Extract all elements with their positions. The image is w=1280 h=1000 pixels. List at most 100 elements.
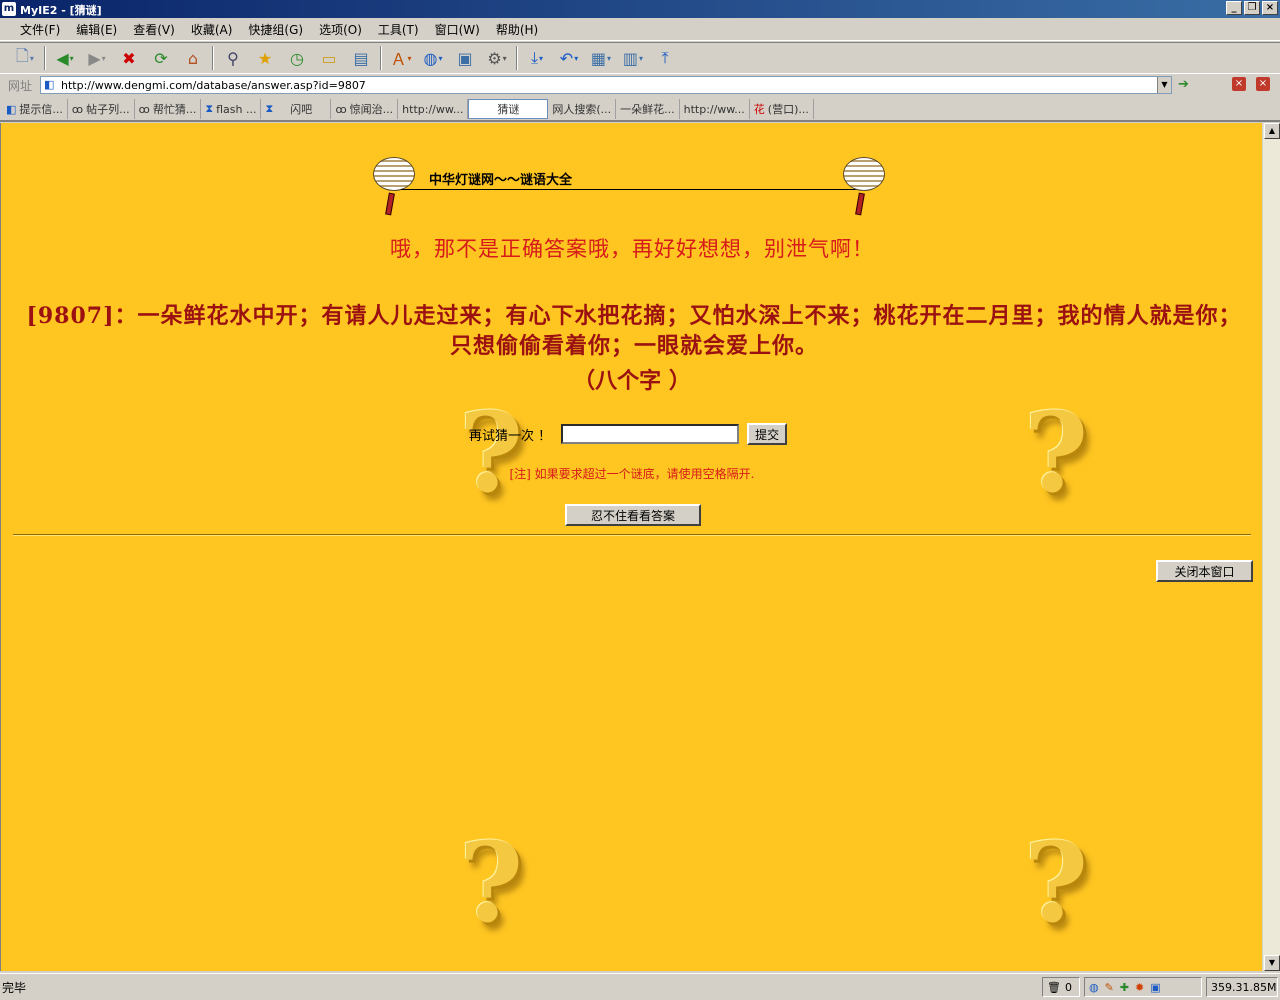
- menu-window[interactable]: 窗口(W): [427, 21, 488, 38]
- hourglass-icon: ⧗: [205, 102, 214, 115]
- site-title: 中华灯谜网～～谜语大全: [429, 173, 573, 188]
- favorites-icon[interactable]: ★: [252, 45, 278, 71]
- tab-8-active[interactable]: 猜谜: [468, 99, 549, 119]
- tools-icon[interactable]: ⚙: [484, 45, 510, 71]
- guess-input[interactable]: [561, 424, 740, 444]
- brush-icon[interactable]: ✎: [1105, 981, 1114, 994]
- bike-icon: ꝏ: [138, 102, 150, 116]
- skin-icon[interactable]: ◍: [1089, 981, 1099, 994]
- site-banner: 中华灯谜网～～谜语大全: [373, 155, 885, 217]
- tab-label: 帮忙猜...: [152, 103, 197, 116]
- tab-label: http://ww...: [683, 102, 745, 116]
- plugin-icon[interactable]: ✚: [1120, 981, 1129, 994]
- tab-label: flash ...: [216, 102, 257, 116]
- menu-bar: 文件(F) 编辑(E) 查看(V) 收藏(A) 快捷组(G) 选项(O) 工具(…: [0, 19, 1280, 41]
- bike-icon: ꝏ: [71, 102, 84, 116]
- menu-tools[interactable]: 工具(T): [370, 21, 427, 38]
- columns-icon[interactable]: ▥: [620, 45, 646, 71]
- refresh-icon[interactable]: ⟳: [148, 45, 174, 71]
- stop-icon[interactable]: ✖: [116, 45, 142, 71]
- back-icon[interactable]: ◀: [52, 45, 78, 71]
- tab-7[interactable]: http://ww...: [398, 99, 469, 119]
- forward-icon[interactable]: ▶: [84, 45, 110, 71]
- download-icon[interactable]: ⤓: [524, 45, 550, 71]
- menu-edit[interactable]: 编辑(E): [68, 21, 125, 38]
- question-mark-icon: ?: [458, 818, 524, 947]
- trash-counter[interactable]: 🗑 0: [1042, 977, 1080, 997]
- new-page-icon[interactable]: 🗋: [12, 45, 38, 71]
- app-icon: m: [2, 2, 16, 16]
- lantern-icon: [373, 155, 415, 217]
- restore-button[interactable]: ❐: [1244, 1, 1260, 15]
- minimize-button[interactable]: _: [1226, 1, 1242, 15]
- address-field[interactable]: ◧ http://www.dengmi.com/database/answer.…: [40, 76, 1172, 94]
- search-icon[interactable]: ⚲: [220, 45, 246, 71]
- show-answer-button[interactable]: 忍不住看看答案: [565, 504, 701, 526]
- translate-icon[interactable]: Ａ: [388, 45, 414, 71]
- toolbar-separator: [380, 46, 382, 70]
- tab-bar: ◧ 提示信... ꝏ 帖子列... ꝏ 帮忙猜... ⧗ flash ... ⧗ 闪吧 ꝏ…: [0, 98, 1280, 122]
- question-mark-icon: ?: [458, 388, 524, 517]
- info-icon: ◧: [6, 102, 17, 116]
- tab-6[interactable]: ꝏ 惊闻治...: [331, 99, 399, 119]
- tab-label: 猜谜: [497, 103, 520, 116]
- tab-label: http://ww...: [402, 102, 464, 116]
- tab-10[interactable]: 一朵鲜花...: [616, 99, 680, 119]
- menu-favorites[interactable]: 收藏(A): [183, 21, 241, 38]
- hourglass-icon: ⧗: [265, 102, 274, 115]
- flash-icon[interactable]: ✹: [1135, 981, 1144, 994]
- tab-9[interactable]: 网人搜索(...: [548, 99, 617, 119]
- tab-label: 一朵鲜花...: [620, 103, 675, 116]
- grid-icon[interactable]: ▦: [588, 45, 614, 71]
- menu-help[interactable]: 帮助(H): [488, 21, 546, 38]
- tab-1[interactable]: ◧ 提示信...: [2, 99, 68, 119]
- globe-icon[interactable]: ◍: [420, 45, 446, 71]
- close-window-button[interactable]: ×: [1262, 1, 1278, 15]
- window-icon[interactable]: ▣: [452, 45, 478, 71]
- menu-view[interactable]: 查看(V): [125, 21, 183, 38]
- menu-options[interactable]: 选项(O): [311, 21, 370, 38]
- tab-label: 帖子列...: [86, 103, 130, 116]
- vertical-scrollbar[interactable]: ▲ ▼: [1262, 123, 1280, 971]
- riddle-text: [9807]：一朵鲜花水中开；有请人儿走过来；有心下水把花摘；又怕水深上不来；桃…: [26, 303, 1242, 359]
- tab-5[interactable]: ⧗ 闪吧: [261, 99, 332, 119]
- tab-12[interactable]: 花 (营口)...: [750, 99, 814, 119]
- title-bar: m MyIE2 - [猜谜] _ ❐ ×: [0, 0, 1280, 18]
- memory-value: 359.31.85M: [1211, 980, 1277, 994]
- close-all-icon[interactable]: ×: [1256, 77, 1270, 91]
- close-page-button[interactable]: 关闭本窗口: [1156, 560, 1253, 582]
- error-message: 哦，那不是正确答案哦，再好好想想，别泄气啊！: [390, 237, 874, 261]
- tab-label: 网人搜索(...: [552, 103, 612, 116]
- document-icon[interactable]: ▤: [348, 45, 374, 71]
- page-viewport: 中华灯谜网～～谜语大全 哦，那不是正确答案哦，再好好想想，别泄气啊！ [9807…: [0, 123, 1262, 971]
- home-icon[interactable]: ⌂: [180, 45, 206, 71]
- tab-label: 闪吧: [290, 103, 313, 116]
- address-dropdown-icon[interactable]: ▼: [1157, 77, 1171, 93]
- divider: [13, 534, 1251, 536]
- guess-label: 再试猜一次 ！: [469, 428, 552, 444]
- tab-4[interactable]: ⧗ flash ...: [201, 99, 262, 119]
- window-icon[interactable]: ▣: [1150, 981, 1160, 994]
- go-icon[interactable]: ➔: [1178, 77, 1189, 92]
- close-tab-icon[interactable]: ×: [1232, 77, 1246, 91]
- tab-label: 惊闻治...: [349, 103, 394, 116]
- submit-button[interactable]: 提交: [747, 423, 788, 445]
- scroll-up-icon[interactable]: ▲: [1264, 123, 1280, 139]
- undo-icon[interactable]: ↶: [556, 45, 582, 71]
- memory-readout: 359.31.85M: [1206, 977, 1278, 997]
- scroll-down-icon[interactable]: ▼: [1264, 955, 1280, 971]
- history-icon[interactable]: ◷: [284, 45, 310, 71]
- upload-icon[interactable]: ⤒: [652, 45, 678, 71]
- folder-icon[interactable]: ▭: [316, 45, 342, 71]
- window-controls: _ ❐ ×: [1226, 1, 1278, 15]
- address-label: 网址: [8, 78, 33, 93]
- bike-icon: ꝏ: [335, 102, 347, 116]
- menu-groups[interactable]: 快捷组(G): [240, 21, 311, 38]
- address-url: http://www.dengmi.com/database/answer.as…: [61, 78, 366, 92]
- tab-3[interactable]: ꝏ 帮忙猜...: [135, 99, 202, 119]
- status-tools: ◍ ✎ ✚ ✹ ▣: [1084, 977, 1202, 997]
- guess-form: 再试猜一次 ！ 提交: [469, 423, 788, 445]
- tab-2[interactable]: ꝏ 帖子列...: [68, 99, 135, 119]
- tab-11[interactable]: http://ww...: [680, 99, 750, 119]
- menu-file[interactable]: 文件(F): [12, 21, 68, 38]
